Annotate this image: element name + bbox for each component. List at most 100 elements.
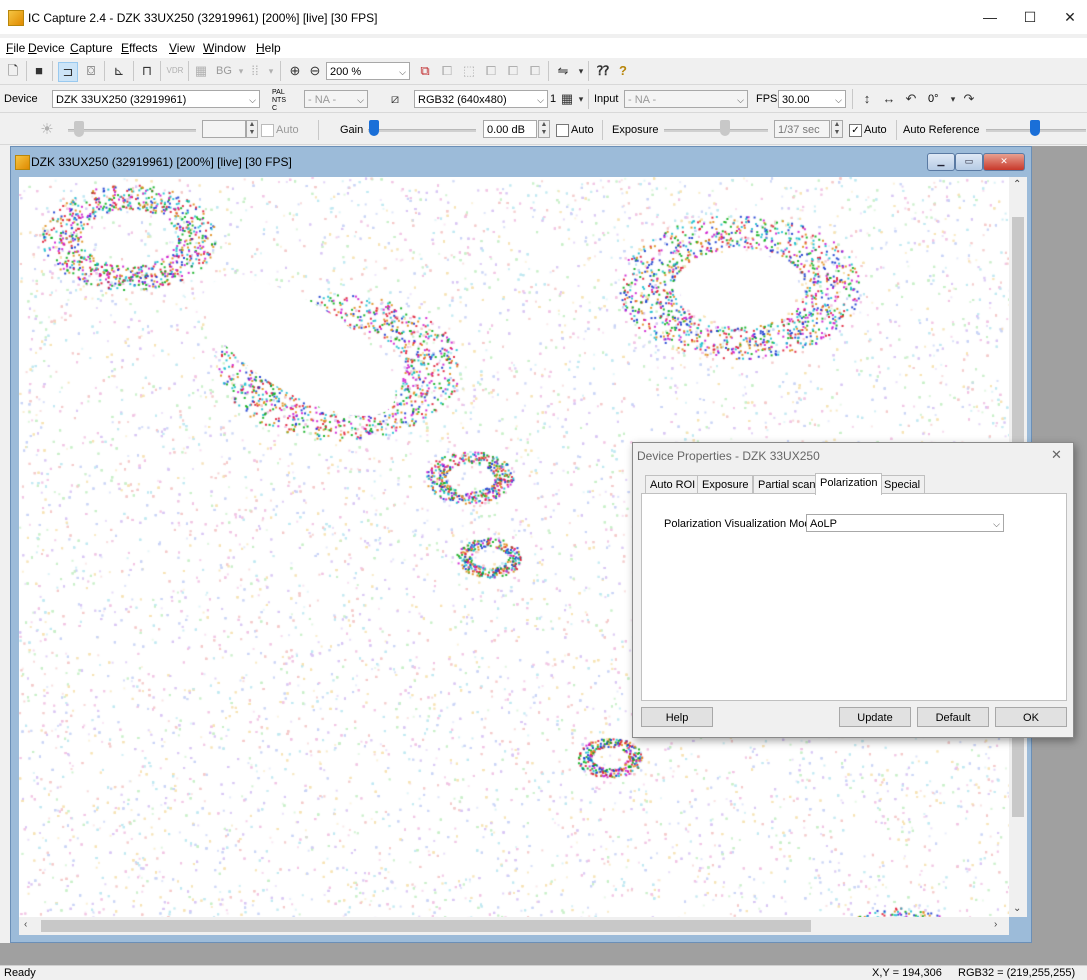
tab-exposure[interactable]: Exposure xyxy=(697,475,754,494)
scroll-down-icon[interactable]: ⌄ xyxy=(1013,903,1021,914)
cursor-coordinates: X,Y = 194,306 xyxy=(872,967,942,979)
scroll-right-icon[interactable]: › xyxy=(994,919,997,930)
menu-bar: File Device Capture Effects View Window … xyxy=(0,38,1087,58)
new-file-icon[interactable]: 🗋 xyxy=(4,62,22,80)
gain-value-field[interactable]: 0.00 dB xyxy=(483,120,537,138)
gain-spinner[interactable]: ▲ ▼ xyxy=(538,120,550,138)
close-button[interactable]: ✕ xyxy=(1055,6,1085,28)
vdr-icon: VDR xyxy=(166,66,184,75)
video-window-title: DZK 33UX250 (32919961) [200%] [live] [30… xyxy=(31,155,292,169)
auto-reference-slider-thumb[interactable] xyxy=(1030,120,1040,136)
child-restore-button[interactable]: ▭ xyxy=(955,153,983,171)
exposure-value-field: 1/37 sec xyxy=(774,120,830,138)
input-select: - NA - ⌵ xyxy=(624,90,748,108)
exposure-slider-thumb xyxy=(720,120,730,136)
main-toolbar: 🗋 ■ ⊐ ⌼ ⊾ ⊓ VDR ▦ BG ▾ ⁞⁞ ▾ ⊕ ⊖ 200 % ⌵ ⧉… xyxy=(0,58,1087,85)
default-button[interactable]: Default xyxy=(917,707,989,727)
dialog-title: Device Properties - DZK 33UX250 xyxy=(637,449,820,463)
minimize-button[interactable]: — xyxy=(975,6,1005,28)
fps-label: FPS xyxy=(756,93,778,105)
chevron-down-icon: ⌵ xyxy=(399,67,406,77)
horizontal-scroll-thumb[interactable] xyxy=(41,920,811,932)
chevron-down-icon: ⌵ xyxy=(737,95,744,105)
brightness-auto-checkbox xyxy=(261,124,274,137)
tab-special[interactable]: Special xyxy=(879,475,926,494)
device-select[interactable]: DZK 33UX250 (32919961) ⌵ xyxy=(52,90,260,108)
save-icon[interactable]: ■ xyxy=(30,62,48,80)
gain-auto-checkbox[interactable] xyxy=(556,124,569,137)
child-minimize-button[interactable]: ▁ xyxy=(927,153,955,171)
bg-label: BG xyxy=(216,65,232,77)
window-title: IC Capture 2.4 - DZK 33UX250 (32919961) … xyxy=(28,11,378,25)
device-properties-icon[interactable]: ⧉ xyxy=(416,62,434,80)
video-format-select[interactable]: RGB32 (640x480) ⌵ xyxy=(414,90,548,108)
video-window-icon xyxy=(15,155,30,170)
overlay-icon: ⧠ xyxy=(485,63,497,78)
fps-value: 30.00 xyxy=(782,94,810,106)
polarization-mode-label: Polarization Visualization Mode xyxy=(664,518,817,530)
menu-device[interactable]: Device xyxy=(28,41,65,55)
menu-effects[interactable]: Effects xyxy=(121,41,157,55)
gain-value: 0.00 dB xyxy=(487,124,525,136)
histogram-icon[interactable]: ⊾ xyxy=(110,62,128,80)
tab-partial-scan[interactable]: Partial scan xyxy=(753,475,821,494)
menu-view[interactable]: View xyxy=(169,41,195,55)
gain-auto-label: Auto xyxy=(571,124,594,136)
polarization-mode-select[interactable]: AoLP ⌵ xyxy=(806,514,1004,532)
network-icon[interactable]: ⇋ xyxy=(554,62,572,80)
flip-vertical-icon[interactable]: ↕ xyxy=(858,90,876,108)
video-norm-value: - NA - xyxy=(308,94,337,106)
chevron-down-icon: ⌵ xyxy=(537,95,544,105)
gain-slider[interactable] xyxy=(368,129,476,132)
tab-auto-roi[interactable]: Auto ROI xyxy=(645,475,701,494)
menu-file[interactable]: File xyxy=(6,41,25,55)
zoom-select[interactable]: 200 % ⌵ xyxy=(326,62,410,80)
export-icon: ⧠ xyxy=(507,63,519,78)
tab-polarization[interactable]: Polarization xyxy=(815,473,883,495)
ok-button[interactable]: OK xyxy=(995,707,1067,727)
exposure-spinner: ▲ ▼ xyxy=(831,120,843,138)
device-label: Device xyxy=(4,93,38,105)
brightness-value-field xyxy=(202,120,246,138)
brightness-spinner: ▲ ▼ xyxy=(246,120,258,138)
mdi-workspace-bottom xyxy=(0,943,1087,965)
menu-capture[interactable]: Capture xyxy=(70,41,113,55)
menu-window[interactable]: Window xyxy=(203,41,246,55)
scroll-left-icon[interactable]: ‹ xyxy=(24,919,27,930)
flip-horizontal-icon[interactable]: ↔ xyxy=(880,90,898,108)
status-bar: Ready X,Y = 194,306 RGB32 = (219,255,255… xyxy=(0,965,1087,980)
live-video-icon[interactable]: ⊐ xyxy=(58,62,78,82)
update-button[interactable]: Update xyxy=(839,707,911,727)
pal-ntsc-label: PAL NTSC xyxy=(272,89,286,112)
menu-help[interactable]: Help xyxy=(256,41,281,55)
rotate-right-icon[interactable]: ↷ xyxy=(960,90,978,108)
rotate-left-icon[interactable]: ↶ xyxy=(902,90,920,108)
video-format-icon[interactable]: ⧄ xyxy=(386,90,404,108)
snapshot-camera-icon[interactable]: ⌼ xyxy=(82,62,100,80)
about-icon[interactable]: ? xyxy=(614,62,632,80)
help-button[interactable]: Help xyxy=(641,707,713,727)
horizontal-scrollbar[interactable]: ‹ › xyxy=(19,917,1009,935)
zoom-in-icon[interactable]: ⊕ xyxy=(286,62,304,80)
chevron-down-icon: ⌵ xyxy=(835,95,842,105)
polarization-mode-value: AoLP xyxy=(810,518,837,530)
frame-filter-icon: ▦ xyxy=(194,63,208,78)
trigger-icon[interactable]: ⊓ xyxy=(138,62,156,80)
scroll-up-icon[interactable]: ⌃ xyxy=(1013,179,1021,190)
device-toolbar: Device DZK 33UX250 (32919961) ⌵ PAL NTSC … xyxy=(0,86,1087,113)
maximize-button[interactable]: ☐ xyxy=(1015,6,1045,28)
child-close-button[interactable]: ✕ xyxy=(983,153,1025,171)
zoom-out-icon[interactable]: ⊖ xyxy=(306,62,324,80)
dialog-close-icon[interactable]: ✕ xyxy=(1051,447,1062,463)
video-norm-select: - NA - ⌵ xyxy=(304,90,368,108)
exposure-value: 1/37 sec xyxy=(778,124,820,136)
gain-slider-thumb[interactable] xyxy=(369,120,379,136)
polarization-tab-panel: Polarization Visualization Mode AoLP ⌵ xyxy=(641,493,1067,701)
exposure-slider xyxy=(664,129,768,132)
context-help-icon[interactable]: ⁇ xyxy=(594,62,612,80)
fps-select[interactable]: 30.00 ⌵ xyxy=(778,90,846,108)
input-label: Input xyxy=(594,93,619,105)
exposure-auto-checkbox[interactable]: ✓ xyxy=(849,124,862,137)
auto-reference-label: Auto Reference xyxy=(903,124,980,136)
exposure-auto-label: Auto xyxy=(864,124,887,136)
